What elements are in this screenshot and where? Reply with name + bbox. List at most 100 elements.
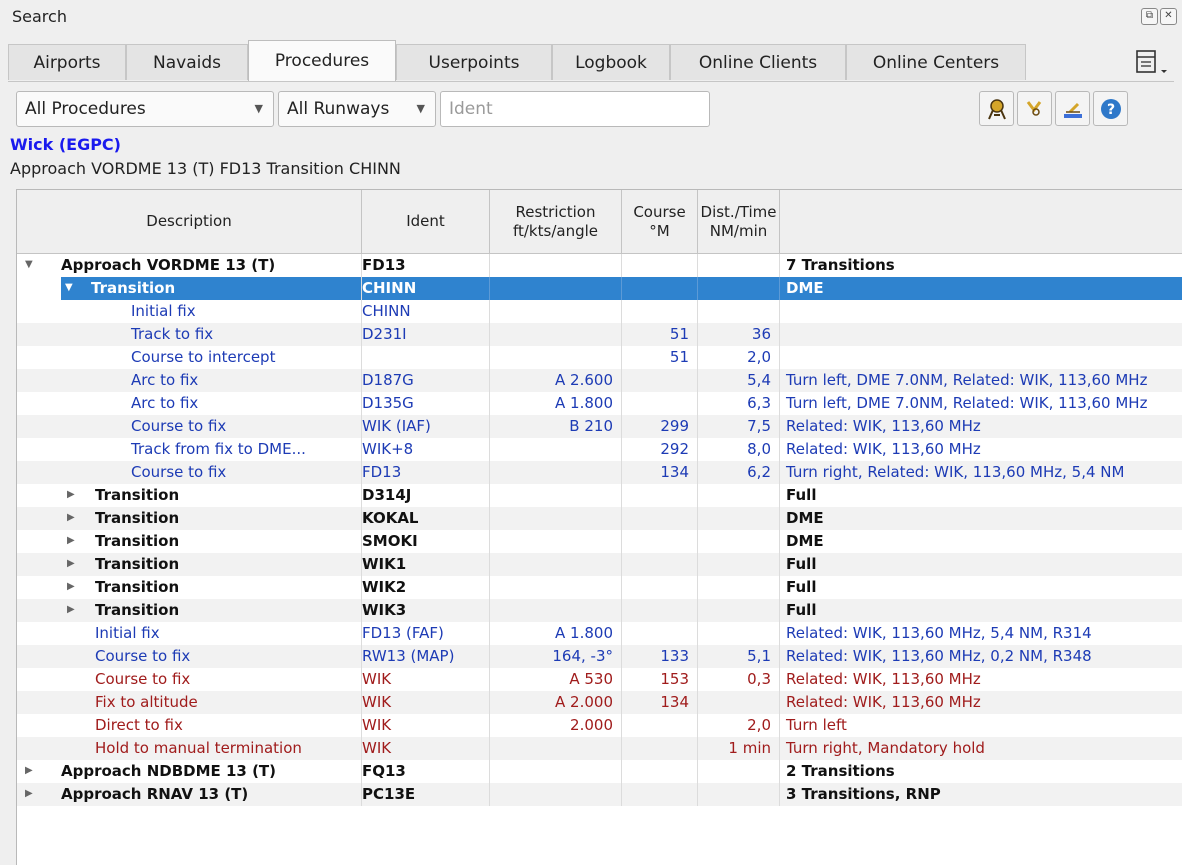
tab-navaids[interactable]: Navaids: [126, 44, 248, 80]
float-window-icon[interactable]: ⧉: [1141, 8, 1158, 25]
close-icon[interactable]: ✕: [1160, 8, 1177, 25]
cell-ident: WIK: [362, 714, 490, 737]
cell-description: Arc to fix: [17, 369, 362, 392]
runway-select[interactable]: All Runways ▼: [278, 91, 436, 127]
cell-ident: WIK: [362, 737, 490, 760]
cell-restriction: [490, 323, 622, 346]
table-row[interactable]: ▶ Transition SMOKI DME: [17, 530, 1182, 553]
cell-ident: WIK: [362, 691, 490, 714]
filter-search-button[interactable]: [1017, 91, 1052, 126]
tab-userpoints[interactable]: Userpoints: [396, 44, 552, 80]
table-row[interactable]: Initial fix FD13 (FAF) A 1.800 Related: WIK…: [17, 622, 1182, 645]
cell-ident: D135G: [362, 392, 490, 415]
cell-course: 51: [622, 346, 698, 369]
cell-restriction: A 2.600: [490, 369, 622, 392]
cell-remarks: Related: WIK, 113,60 MHz, 5,4 NM, R314: [786, 624, 1092, 642]
cell-remarks: Full: [786, 555, 817, 573]
tab-airports[interactable]: Airports: [8, 44, 126, 80]
table-row[interactable]: Course to fix FD13 134 6,2 Turn right, Relat…: [17, 461, 1182, 484]
table-row[interactable]: Arc to fix D187G A 2.600 5,4 Turn left, DME …: [17, 369, 1182, 392]
cell-dist: [698, 484, 780, 507]
cell-description: Course to intercept: [17, 346, 362, 369]
table-row[interactable]: ▶ Transition WIK2 Full: [17, 576, 1182, 599]
cell-dist: [698, 599, 780, 622]
table-row[interactable]: ▶ Transition WIK3 Full: [17, 599, 1182, 622]
table-row[interactable]: Direct to fix WIK 2.000 2,0 Turn left: [17, 714, 1182, 737]
table-row[interactable]: ▶ Approach RNAV 13 (T) PC13E 3 Transitions,…: [17, 783, 1182, 806]
table-row[interactable]: ▼ Approach VORDME 13 (T) FD13 7 Transitions: [17, 254, 1182, 277]
table-row[interactable]: Initial fix CHINN: [17, 300, 1182, 323]
chevron-down-icon: ▼: [416, 102, 425, 115]
table-row[interactable]: ▶ Transition D314J Full: [17, 484, 1182, 507]
cell-restriction: 164, -3°: [490, 645, 622, 668]
table-row[interactable]: Hold to manual termination WIK 1 min Turn r…: [17, 737, 1182, 760]
table-row[interactable]: Track from fix to DME... WIK+8 292 8,0 Relat…: [17, 438, 1182, 461]
cell-description: Course to fix: [17, 645, 362, 668]
cell-restriction: [490, 461, 622, 484]
airport-link[interactable]: Wick (EGPC): [10, 135, 121, 154]
cell-description: Hold to manual termination: [17, 737, 362, 760]
table-row[interactable]: ▶ Transition KOKAL DME: [17, 507, 1182, 530]
table-row[interactable]: Fix to altitude WIK A 2.000 134 Related: WIK…: [17, 691, 1182, 714]
cell-ident: RW13 (MAP): [362, 645, 490, 668]
table-header: Description Ident Restriction ft/kts/angl…: [17, 190, 1182, 254]
cell-course: [622, 392, 698, 415]
ident-input[interactable]: [440, 91, 710, 127]
cell-description: Course to fix: [17, 461, 362, 484]
procedure-tree[interactable]: Description Ident Restriction ft/kts/angl…: [16, 189, 1182, 865]
cell-course: 51: [622, 323, 698, 346]
col-description[interactable]: Description: [17, 190, 362, 253]
tab-logbook[interactable]: Logbook: [552, 44, 670, 80]
cell-remarks: DME: [786, 509, 824, 527]
table-row[interactable]: Course to fix RW13 (MAP) 164, -3° 133 5,1 Rel…: [17, 645, 1182, 668]
procedure-type-select[interactable]: All Procedures ▼: [16, 91, 274, 127]
cell-remarks: Related: WIK, 113,60 MHz: [786, 670, 981, 688]
table-row[interactable]: Course to fix WIK (IAF) B 210 299 7,5 Related…: [17, 415, 1182, 438]
col-dist-time[interactable]: Dist./Time NM/min: [698, 190, 780, 253]
cell-course: 153: [622, 668, 698, 691]
tab-online-centers[interactable]: Online Centers: [846, 44, 1026, 80]
cell-remarks: [780, 346, 1182, 369]
cell-description: Course to fix: [17, 415, 362, 438]
cell-remarks: Full: [786, 578, 817, 596]
table-row[interactable]: Course to intercept 51 2,0: [17, 346, 1182, 369]
show-on-map-button[interactable]: [979, 91, 1014, 126]
cell-restriction: [490, 484, 622, 507]
table-row[interactable]: Track to fix D231I 51 36: [17, 323, 1182, 346]
cell-restriction: [490, 277, 622, 300]
cell-description: Transition: [17, 576, 362, 599]
table-row[interactable]: Arc to fix D135G A 1.800 6,3 Turn left, DME …: [17, 392, 1182, 415]
help-icon: ?: [1101, 99, 1121, 119]
cell-course: [622, 622, 698, 645]
cell-ident: WIK2: [362, 576, 490, 599]
tab-menu-button[interactable]: [1128, 46, 1174, 78]
cell-course: [622, 553, 698, 576]
col-remarks[interactable]: [780, 190, 1182, 253]
table-row[interactable]: ▶ Approach NDBDME 13 (T) FQ13 2 Transitions: [17, 760, 1182, 783]
table-row[interactable]: ▶ Transition WIK1 Full: [17, 553, 1182, 576]
cell-description: Initial fix: [17, 622, 362, 645]
col-course[interactable]: Course °M: [622, 190, 698, 253]
help-button[interactable]: ?: [1093, 91, 1128, 126]
cell-remarks: Turn left, DME 7.0NM, Related: WIK, 113,…: [786, 394, 1148, 412]
cell-description: Transition: [17, 553, 362, 576]
tab-online-clients[interactable]: Online Clients: [670, 44, 846, 80]
cell-restriction: [490, 254, 622, 277]
cell-remarks: Turn right, Mandatory hold: [786, 739, 985, 757]
col-restriction[interactable]: Restriction ft/kts/angle: [490, 190, 622, 253]
cell-course: [622, 277, 698, 300]
cell-dist: 5,1: [698, 645, 780, 668]
cell-course: 299: [622, 415, 698, 438]
table-row[interactable]: Course to fix WIK A 530 153 0,3 Related: WIK,…: [17, 668, 1182, 691]
cell-course: [622, 783, 698, 806]
tab-procedures[interactable]: Procedures: [248, 40, 396, 81]
tab-bar: Airports Navaids Procedures Userpoints L…: [8, 40, 1174, 82]
cell-dist: 6,2: [698, 461, 780, 484]
col-ident[interactable]: Ident: [362, 190, 490, 253]
cell-course: [622, 737, 698, 760]
table-row[interactable]: ▼ Transition CHINN DME: [17, 277, 1182, 300]
cell-course: [622, 530, 698, 553]
cell-description: Direct to fix: [17, 714, 362, 737]
cell-ident: D231I: [362, 323, 490, 346]
runway-filter-button[interactable]: [1055, 91, 1090, 126]
